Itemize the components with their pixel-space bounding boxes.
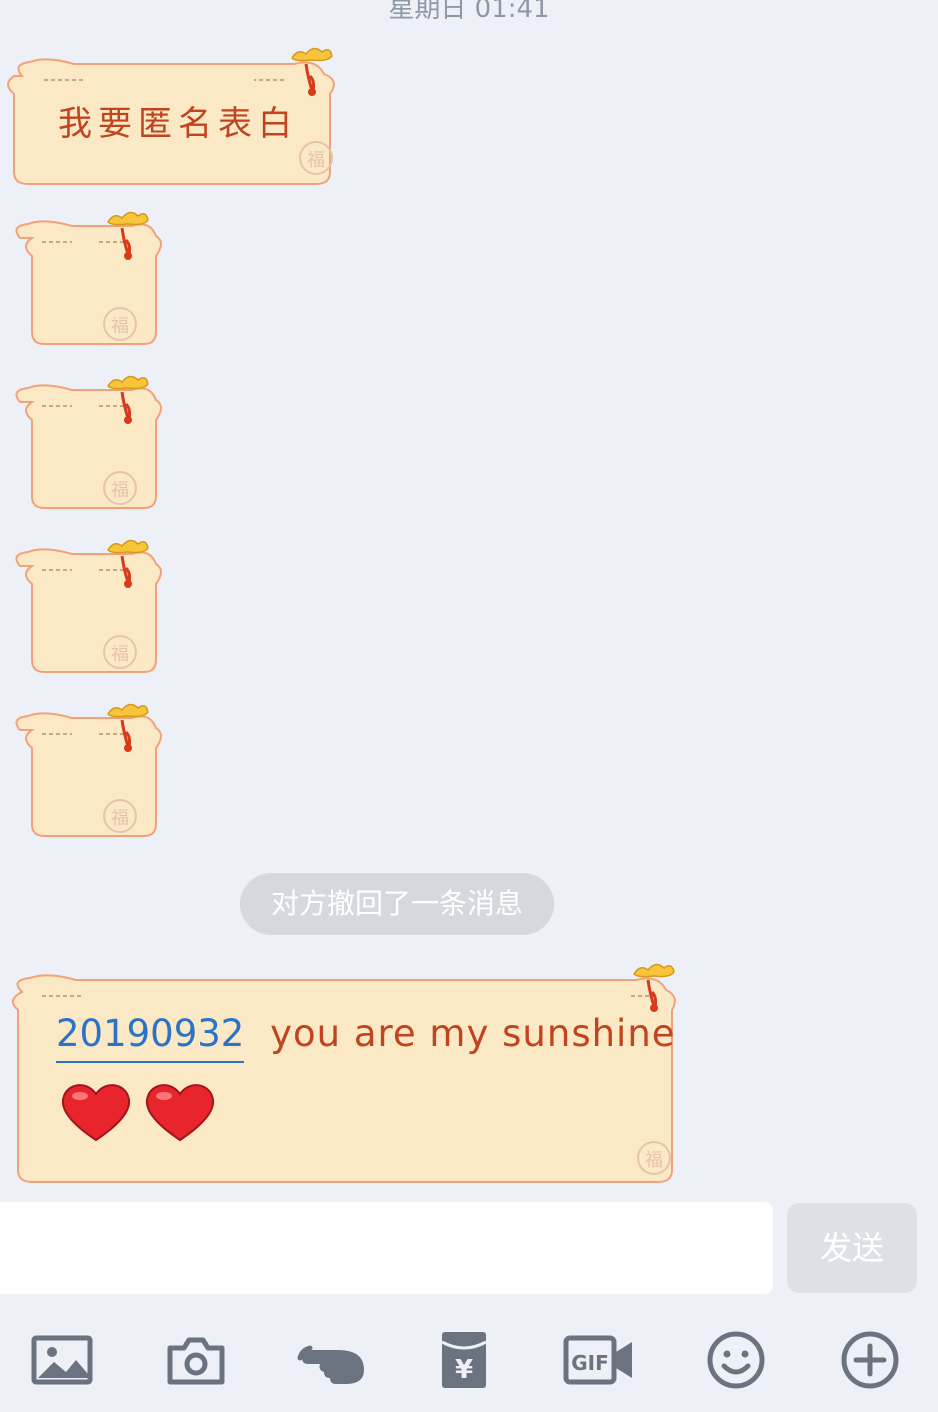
plus-icon[interactable] [838, 1328, 902, 1392]
pouch-bubble-shape: 福 [15, 538, 162, 673]
pouch-message-bubble[interactable]: 福 20190932 you are my sunshine [11, 962, 688, 1184]
svg-text:¥: ¥ [455, 1355, 473, 1385]
pouch-message-bubble[interactable]: 福 [12, 374, 162, 510]
emoji-icon[interactable] [704, 1328, 768, 1392]
svg-text:福: 福 [111, 480, 129, 501]
pouch-bubble-shape: 福 [15, 374, 162, 509]
svg-text:GIF: GIF [571, 1351, 609, 1375]
message-input[interactable] [0, 1202, 773, 1294]
chat-toolbar: ¥ GIF [0, 1300, 938, 1412]
camera-icon[interactable] [164, 1328, 228, 1392]
svg-text:福: 福 [645, 1150, 663, 1171]
mention-link[interactable]: 20190932 [56, 1012, 245, 1063]
poke-icon[interactable] [296, 1328, 368, 1392]
pouch-message-bubble[interactable]: 福 [12, 538, 162, 674]
pouch-message-bubble[interactable]: 福 [12, 210, 162, 346]
recalled-message-notice: 对方撤回了一条消息 [240, 873, 554, 935]
heart-emoji-pair [61, 1084, 215, 1142]
heart-emoji [61, 1084, 131, 1142]
pouch-message-text: 我要匿名表白 [58, 104, 298, 144]
svg-text:福: 福 [111, 316, 129, 337]
svg-text:福: 福 [111, 644, 129, 665]
chat-timestamp: 星期日 01:41 [388, 0, 550, 24]
pouch-message-bubble[interactable]: 福 我要匿名表白 [7, 46, 350, 185]
pouch-message-text: you are my sunshine [270, 1012, 676, 1055]
red-packet-icon[interactable]: ¥ [432, 1328, 496, 1392]
pouch-bubble-shape: 福 [15, 702, 162, 837]
send-button[interactable]: 发送 [787, 1203, 917, 1293]
image-icon[interactable] [30, 1328, 94, 1392]
svg-text:福: 福 [111, 808, 129, 829]
pouch-bubble-shape: 福 [11, 962, 676, 1183]
svg-text:福: 福 [307, 150, 325, 171]
gif-icon[interactable]: GIF [562, 1328, 636, 1392]
pouch-message-bubble[interactable]: 福 [12, 702, 162, 838]
heart-emoji [145, 1084, 215, 1142]
pouch-bubble-shape: 福 [15, 210, 162, 345]
